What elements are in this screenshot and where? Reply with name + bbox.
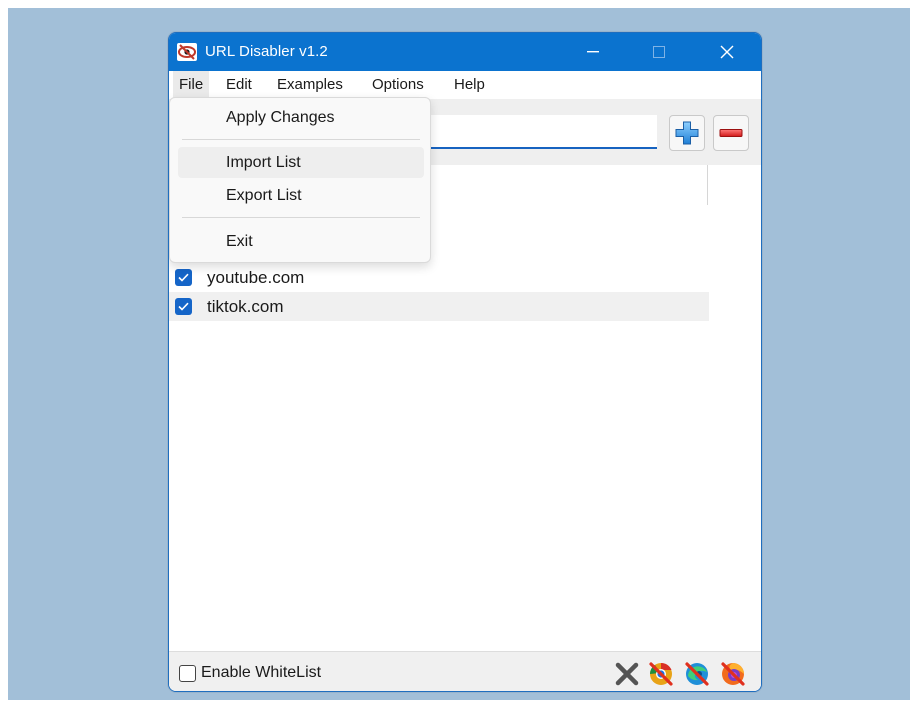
maximize-icon: [653, 46, 665, 58]
menu-item-apply-changes[interactable]: Apply Changes: [178, 102, 424, 133]
firefox-blocked-icon[interactable]: [719, 660, 747, 688]
menu-item-exit[interactable]: Exit: [178, 226, 424, 257]
list-item[interactable]: youtube.com: [169, 263, 709, 292]
close-icon: [720, 45, 734, 59]
menu-separator: [182, 139, 420, 140]
close-x-icon[interactable]: [613, 660, 641, 688]
title-bar[interactable]: URL Disabler v1.2: [169, 33, 761, 71]
minimize-button[interactable]: [570, 33, 616, 71]
chrome-blocked-icon[interactable]: [647, 660, 675, 688]
status-bar: Enable WhiteList: [169, 651, 761, 691]
whitelist-checkbox[interactable]: [179, 665, 196, 682]
app-window: URL Disabler v1.2 File Edit Examples Opt…: [168, 32, 762, 692]
menu-item-import-list[interactable]: Import List: [178, 147, 424, 178]
remove-url-button[interactable]: [713, 115, 749, 151]
minus-icon: [719, 129, 743, 137]
plus-icon: [675, 121, 699, 145]
menu-bar: File Edit Examples Options Help: [169, 71, 761, 99]
add-url-button[interactable]: [669, 115, 705, 151]
check-icon: [178, 302, 189, 311]
menu-edit[interactable]: Edit: [220, 71, 258, 99]
whitelist-label[interactable]: Enable WhiteList: [201, 664, 321, 682]
menu-examples[interactable]: Examples: [271, 71, 349, 99]
app-eye-icon: [177, 42, 197, 62]
close-button[interactable]: [704, 33, 750, 71]
column-divider: [707, 165, 708, 205]
window-title: URL Disabler v1.2: [205, 43, 328, 60]
row-checkbox[interactable]: [175, 298, 192, 315]
url-text: tiktok.com: [207, 297, 284, 316]
menu-item-export-list[interactable]: Export List: [178, 180, 424, 211]
check-icon: [178, 273, 189, 282]
url-input[interactable]: [431, 115, 657, 149]
menu-options[interactable]: Options: [366, 71, 430, 99]
menu-help[interactable]: Help: [448, 71, 491, 99]
file-menu-dropdown: Apply Changes Import List Export List Ex…: [169, 97, 431, 263]
row-checkbox[interactable]: [175, 269, 192, 286]
edge-blocked-icon[interactable]: [683, 660, 711, 688]
list-item[interactable]: tiktok.com: [169, 292, 709, 321]
maximize-button[interactable]: [636, 33, 682, 71]
menu-separator: [182, 217, 420, 218]
url-text: youtube.com: [207, 268, 305, 287]
minimize-icon: [587, 51, 599, 53]
menu-file[interactable]: File: [173, 71, 210, 99]
